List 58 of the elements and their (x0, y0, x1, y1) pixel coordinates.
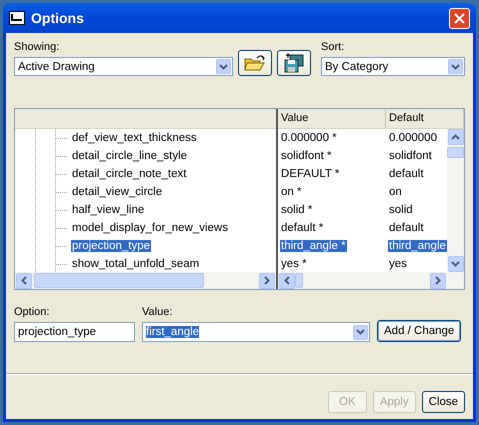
option-name[interactable]: def_view_text_thickness (71, 132, 198, 144)
value-cell: third_angle * (280, 240, 347, 252)
value-cell: DEFAULT * (280, 168, 340, 180)
default-cell: default (388, 168, 425, 180)
column-header[interactable]: Default (386, 109, 464, 128)
default-cell: 0.000000 (388, 132, 438, 144)
chevron-left-icon (21, 276, 27, 285)
open-folder-button[interactable] (238, 50, 272, 76)
chevron-right-icon (264, 276, 270, 285)
default-cell: solid (388, 204, 414, 216)
default-cell: default (388, 222, 425, 234)
option-name[interactable]: detail_circle_line_style (71, 150, 188, 162)
horizontal-scrollbar[interactable] (15, 272, 276, 289)
value-label: Value: (142, 306, 174, 318)
dialog-button[interactable]: Close (422, 391, 465, 413)
value-cell: 0.000000 * (280, 132, 338, 144)
chevron-down-icon (451, 64, 460, 70)
chevron-up-icon (451, 134, 460, 140)
scroll-thumb[interactable] (34, 273, 204, 288)
showing-dropdown[interactable]: Active Drawing (14, 57, 233, 76)
folder-icon (244, 54, 266, 72)
scroll-thumb[interactable] (295, 273, 303, 288)
value-cell: on * (280, 186, 302, 198)
option-name[interactable]: detail_view_circle (71, 186, 164, 198)
option-label: Option: (14, 306, 50, 318)
window-title: Options (31, 10, 85, 26)
chevron-right-icon (435, 276, 441, 285)
option-name[interactable]: show_total_unfold_seam (71, 258, 200, 270)
scroll-thumb[interactable] (447, 147, 464, 158)
close-icon[interactable] (449, 8, 470, 28)
value-cell: solid * (280, 204, 314, 216)
value-dropdown[interactable]: first_angle (142, 322, 370, 342)
sort-dropdown[interactable]: By Category (321, 57, 465, 76)
option-field[interactable]: projection_type (14, 322, 135, 342)
option-name[interactable]: half_view_line (71, 204, 146, 216)
add-change-button[interactable]: Add / Change (377, 320, 462, 342)
horizontal-scrollbar[interactable] (278, 272, 464, 289)
save-button[interactable] (277, 50, 311, 76)
column-header[interactable]: Value (278, 109, 386, 128)
sort-label: Sort: (321, 41, 346, 53)
chevron-left-icon (284, 276, 290, 285)
default-cell: solidfont (388, 150, 433, 162)
chevron-down-icon (451, 261, 460, 267)
showing-label: Showing: (14, 41, 60, 53)
vertical-scrollbar[interactable] (447, 129, 464, 272)
default-cell: third_angle (388, 240, 447, 252)
value-cell: default * (280, 222, 324, 234)
floppy-disk-icon (283, 53, 305, 73)
option-name[interactable]: model_display_for_new_views (71, 222, 229, 234)
default-cell: yes (388, 258, 408, 270)
option-name[interactable]: projection_type (71, 240, 151, 252)
chevron-down-icon (356, 329, 365, 335)
window-icon (9, 11, 25, 25)
chevron-down-icon (219, 64, 228, 70)
option-name[interactable]: detail_circle_note_text (71, 168, 188, 180)
value-cell: solidfont * (280, 150, 333, 162)
default-cell: on (388, 186, 403, 198)
value-cell: yes * (280, 258, 308, 270)
